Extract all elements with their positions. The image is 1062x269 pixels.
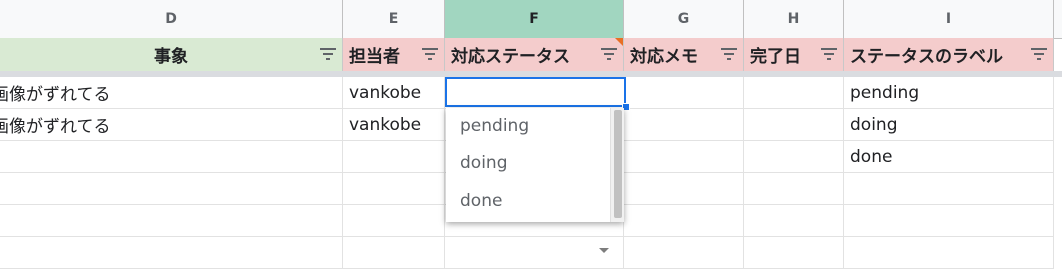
dropdown-option-done[interactable]: done bbox=[446, 183, 606, 219]
chevron-down-icon[interactable] bbox=[599, 248, 609, 253]
cell-d4[interactable] bbox=[0, 141, 343, 173]
filter-icon[interactable] bbox=[601, 48, 617, 60]
filter-icon[interactable] bbox=[320, 48, 336, 60]
cell-d3[interactable]: 画像がずれてる bbox=[0, 109, 343, 141]
cell-e4[interactable] bbox=[343, 141, 445, 173]
cell-i5[interactable] bbox=[844, 173, 1054, 205]
cell-g5[interactable] bbox=[624, 173, 744, 205]
cell-d7[interactable] bbox=[0, 237, 343, 269]
cell-h3[interactable] bbox=[744, 109, 844, 141]
cell-e5[interactable] bbox=[343, 173, 445, 205]
cell-d5[interactable] bbox=[0, 173, 343, 205]
cell-h5[interactable] bbox=[744, 173, 844, 205]
header-label-g: 対応メモ bbox=[630, 47, 698, 67]
header-cell-g[interactable]: 対応メモ bbox=[624, 38, 744, 71]
cell-i7[interactable] bbox=[844, 237, 1054, 269]
cell-h2[interactable] bbox=[744, 77, 844, 109]
filter-icon[interactable] bbox=[821, 48, 837, 60]
dropdown-scroll-thumb[interactable] bbox=[614, 110, 622, 218]
dropdown-scrollbar[interactable] bbox=[610, 108, 624, 222]
cell-d2[interactable]: 画像がずれてる bbox=[0, 77, 343, 109]
cell-d6[interactable] bbox=[0, 205, 343, 237]
filter-icon[interactable] bbox=[422, 48, 438, 60]
cell-e6[interactable] bbox=[343, 205, 445, 237]
cell-e3[interactable]: vankobe bbox=[343, 109, 445, 141]
header-row: 事象 担当者 対応ステータス 対応メモ 完了日 ステータスのラベル bbox=[0, 38, 1062, 72]
header-label-e: 担当者 bbox=[349, 47, 400, 67]
header-label-i: ステータスのラベル bbox=[850, 47, 1003, 67]
column-header-g[interactable]: G bbox=[624, 0, 744, 38]
column-header-h[interactable]: H bbox=[744, 0, 844, 38]
spreadsheet: D E F G H I 事象 担当者 対応ステータス 対応メモ 完了日 ステータ… bbox=[0, 0, 1062, 269]
header-label-h: 完了日 bbox=[750, 47, 801, 67]
column-header-d[interactable]: D bbox=[0, 0, 343, 38]
cell-e2[interactable]: vankobe bbox=[343, 77, 445, 109]
header-cell-f[interactable]: 対応ステータス bbox=[445, 38, 624, 71]
note-indicator-icon bbox=[615, 38, 623, 46]
cell-i4[interactable]: done bbox=[844, 141, 1054, 173]
cell-i2[interactable]: pending bbox=[844, 77, 1054, 109]
header-cell-h[interactable]: 完了日 bbox=[744, 38, 844, 71]
header-cell-i[interactable]: ステータスのラベル bbox=[844, 38, 1054, 71]
validation-dropdown: pending doing done bbox=[446, 108, 624, 222]
cell-g4[interactable] bbox=[624, 141, 744, 173]
cell-f7[interactable] bbox=[445, 237, 624, 269]
dropdown-option-pending[interactable]: pending bbox=[446, 108, 606, 144]
filter-icon[interactable] bbox=[1031, 48, 1047, 60]
header-cell-d[interactable]: 事象 bbox=[0, 38, 343, 71]
cell-i3[interactable]: doing bbox=[844, 109, 1054, 141]
header-label-f: 対応ステータス bbox=[451, 47, 570, 67]
cell-h6[interactable] bbox=[744, 205, 844, 237]
cell-h7[interactable] bbox=[744, 237, 844, 269]
column-header-f[interactable]: F bbox=[445, 0, 624, 38]
header-cell-e[interactable]: 担当者 bbox=[343, 38, 445, 71]
column-header-e[interactable]: E bbox=[343, 0, 445, 38]
cell-g2[interactable] bbox=[624, 77, 744, 109]
filter-icon[interactable] bbox=[721, 48, 737, 60]
cell-h4[interactable] bbox=[744, 141, 844, 173]
header-label-d: 事象 bbox=[154, 47, 188, 67]
active-cell-f2[interactable] bbox=[445, 77, 626, 107]
dropdown-option-doing[interactable]: doing bbox=[446, 145, 606, 181]
cell-g3[interactable] bbox=[624, 109, 744, 141]
column-header-bar: D E F G H I bbox=[0, 0, 1062, 39]
cell-i6[interactable] bbox=[844, 205, 1054, 237]
column-header-i[interactable]: I bbox=[844, 0, 1054, 38]
cell-e7[interactable] bbox=[343, 237, 445, 269]
cell-g6[interactable] bbox=[624, 205, 744, 237]
cell-g7[interactable] bbox=[624, 237, 744, 269]
